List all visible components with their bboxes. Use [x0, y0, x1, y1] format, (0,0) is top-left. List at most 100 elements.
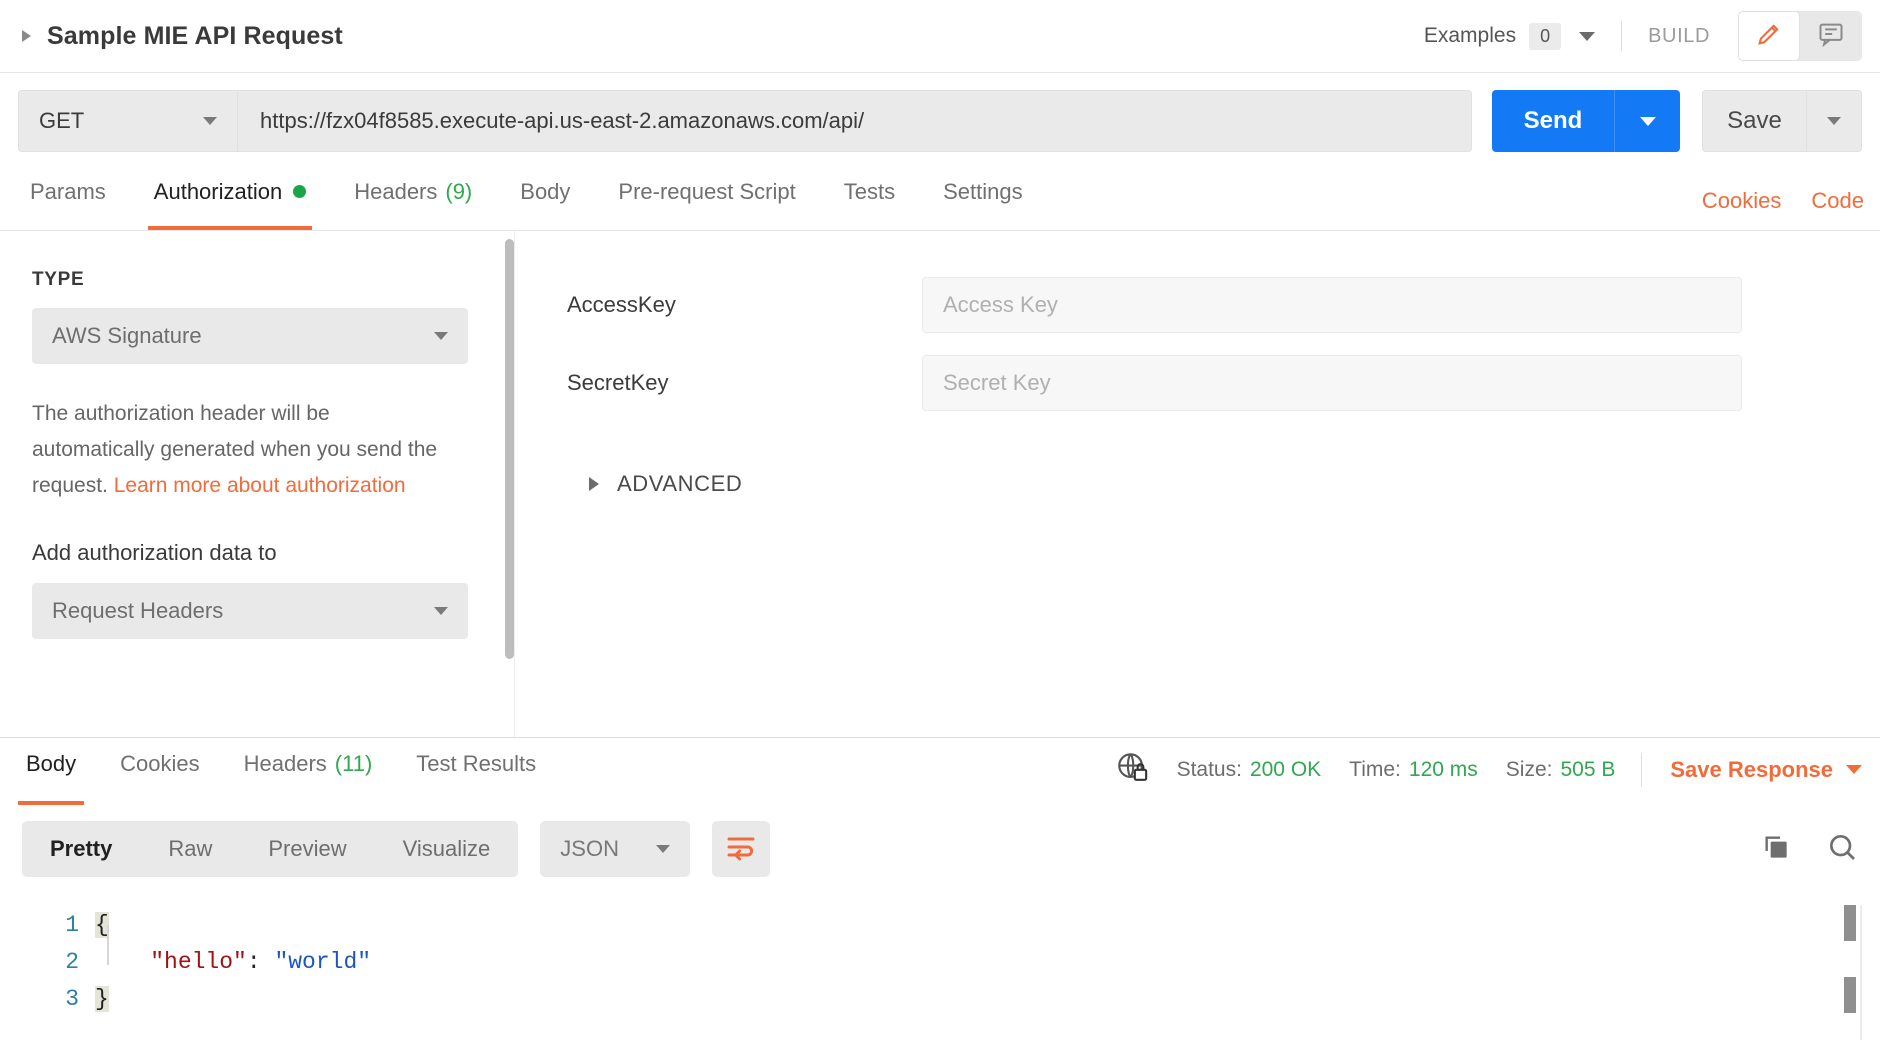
- auth-description: The authorization header will be automat…: [32, 396, 442, 504]
- tab-label: Params: [30, 178, 106, 204]
- globe-lock-icon: [1115, 750, 1149, 789]
- edit-mode-button[interactable]: [1738, 11, 1800, 61]
- divider: [1621, 21, 1623, 51]
- json-value: "world": [274, 949, 372, 975]
- response-body-code[interactable]: 1 2 3 { "hello": "world" }: [0, 893, 1880, 1040]
- response-tab-bar: Body Cookies Headers (11) Test Results S…: [0, 737, 1880, 805]
- line-number: 1: [65, 912, 79, 938]
- size-label: Size:: [1505, 757, 1553, 781]
- status-value: 200 OK: [1249, 757, 1322, 781]
- advanced-section-toggle[interactable]: ADVANCED: [589, 471, 1880, 497]
- tab-label: Pre-request Script: [618, 178, 796, 204]
- line-number: 2: [65, 949, 79, 975]
- tab-count-badge: (9): [445, 178, 473, 204]
- line-number-gutter: 1 2 3: [0, 893, 95, 1040]
- view-preview[interactable]: Preview: [240, 821, 374, 877]
- scrollbar-mark: [1844, 905, 1856, 941]
- response-status-group: Status: 200 OK Time: 120 ms Size: 505 B …: [1115, 750, 1880, 805]
- response-tab-body[interactable]: Body: [4, 738, 98, 805]
- code-link[interactable]: Code: [1811, 188, 1864, 214]
- tab-label: Cookies: [120, 750, 200, 776]
- format-select[interactable]: JSON: [540, 821, 691, 877]
- tab-authorization[interactable]: Authorization: [130, 169, 330, 230]
- request-tab-links: Cookies Code: [1672, 188, 1880, 230]
- json-key: "hello": [150, 949, 247, 975]
- view-raw[interactable]: Raw: [140, 821, 240, 877]
- tab-label: Headers: [243, 750, 327, 776]
- tab-label: Headers: [354, 178, 438, 204]
- tab-label: Test Results: [416, 750, 537, 776]
- secret-key-input[interactable]: Secret Key: [922, 355, 1742, 411]
- save-button[interactable]: Save: [1702, 90, 1806, 152]
- tab-pre-request-script[interactable]: Pre-request Script: [594, 169, 819, 230]
- http-method-select[interactable]: GET: [18, 90, 238, 152]
- response-tab-headers[interactable]: Headers (11): [222, 738, 395, 805]
- tab-count-badge: (11): [334, 750, 373, 776]
- url-input[interactable]: https://fzx04f8585.execute-api.us-east-2…: [238, 90, 1472, 152]
- code-scrollbar-track[interactable]: [1844, 905, 1862, 1040]
- code-line-3: }: [95, 981, 1880, 1018]
- tab-params[interactable]: Params: [6, 169, 130, 230]
- response-tab-cookies[interactable]: Cookies: [98, 738, 221, 805]
- url-row: GET https://fzx04f8585.execute-api.us-ea…: [0, 73, 1880, 169]
- view-pretty[interactable]: Pretty: [22, 821, 140, 877]
- time-value: 120 ms: [1408, 757, 1478, 781]
- copy-button[interactable]: [1760, 831, 1792, 868]
- status-label: Status:: [1176, 757, 1242, 781]
- chevron-down-icon: [1827, 117, 1841, 125]
- tab-body[interactable]: Body: [496, 169, 594, 230]
- search-icon: [1826, 831, 1858, 868]
- send-button-group: Send: [1492, 90, 1680, 152]
- code-lines[interactable]: { "hello": "world" }: [95, 893, 1880, 1040]
- tab-label: Body: [520, 178, 571, 204]
- tab-label: Authorization: [153, 178, 283, 204]
- access-key-row: AccessKey Access Key: [567, 277, 1880, 333]
- access-key-input[interactable]: Access Key: [922, 277, 1742, 333]
- size-value: 505 B: [1560, 757, 1616, 781]
- code-fold-guide: [107, 925, 109, 965]
- build-label[interactable]: BUILD: [1648, 25, 1710, 48]
- add-auth-data-select[interactable]: Request Headers: [32, 583, 468, 639]
- send-button[interactable]: Send: [1492, 90, 1614, 152]
- examples-label: Examples: [1423, 24, 1517, 47]
- tab-label: Body: [26, 750, 77, 776]
- word-wrap-toggle[interactable]: [712, 821, 771, 877]
- chevron-down-icon[interactable]: [1579, 31, 1596, 41]
- title-right-group: Examples 0 BUILD: [1424, 0, 1880, 72]
- chevron-down-icon: [203, 117, 217, 125]
- save-options-button[interactable]: [1806, 90, 1862, 152]
- auth-type-value: AWS Signature: [52, 323, 202, 348]
- view-visualize[interactable]: Visualize: [375, 821, 519, 877]
- scrollbar-thumb[interactable]: [505, 239, 514, 659]
- tab-settings[interactable]: Settings: [919, 169, 1047, 230]
- search-button[interactable]: [1826, 831, 1858, 868]
- auth-type-select[interactable]: AWS Signature: [32, 308, 468, 364]
- chevron-down-icon[interactable]: [1846, 765, 1862, 774]
- triangle-right-icon[interactable]: [22, 30, 31, 42]
- send-options-button[interactable]: [1614, 90, 1680, 152]
- close-brace: }: [95, 986, 109, 1012]
- divider: [1641, 752, 1643, 787]
- response-tab-test-results[interactable]: Test Results: [394, 738, 558, 805]
- auth-panel-scrollbar[interactable]: [503, 231, 515, 737]
- save-response-button[interactable]: Save Response: [1670, 757, 1833, 783]
- status-dot-icon: [293, 185, 307, 198]
- add-auth-data-value: Request Headers: [52, 598, 224, 623]
- chevron-down-icon: [434, 607, 448, 615]
- body-toolbar-actions: [1726, 831, 1858, 868]
- comment-mode-button[interactable]: [1800, 11, 1862, 61]
- pencil-icon: [1755, 20, 1783, 53]
- code-line-2: "hello": "world": [95, 944, 1880, 981]
- cookies-link[interactable]: Cookies: [1702, 188, 1781, 214]
- mode-toggle-group: [1738, 11, 1862, 61]
- tab-headers[interactable]: Headers (9): [330, 169, 496, 230]
- page-title: Sample MIE API Request: [47, 21, 343, 50]
- http-method-value: GET: [39, 108, 85, 133]
- learn-more-link[interactable]: Learn more about authorization: [114, 474, 406, 497]
- save-button-group: Save: [1702, 90, 1862, 152]
- tab-label: Tests: [843, 178, 896, 204]
- access-key-label: AccessKey: [567, 292, 676, 317]
- examples-count-badge: 0: [1529, 22, 1562, 50]
- tab-label: Settings: [943, 178, 1023, 204]
- tab-tests[interactable]: Tests: [820, 169, 919, 230]
